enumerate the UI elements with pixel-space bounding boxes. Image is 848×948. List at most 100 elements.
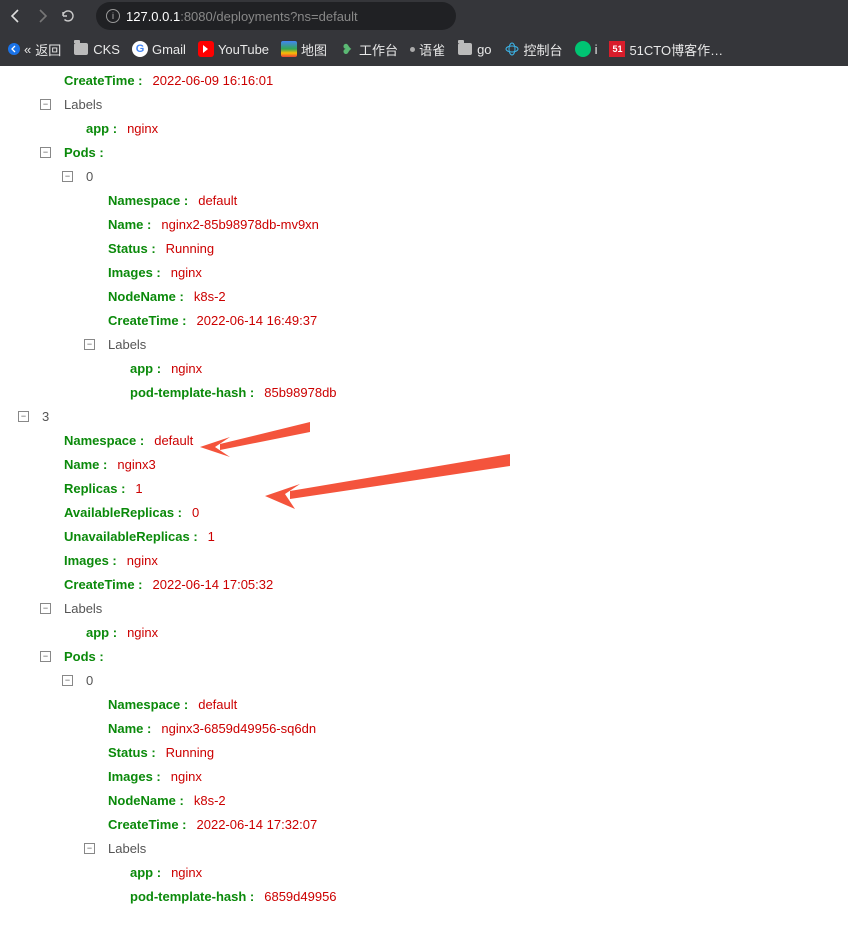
val-app: nginx [127, 121, 158, 136]
folder-icon [458, 43, 472, 55]
key-replicas: Replicas : [64, 481, 125, 496]
val-name: nginx3-6859d49956-sq6dn [161, 721, 316, 736]
browser-chrome: i 127.0.0.1:8080/deployments?ns=default … [0, 0, 848, 66]
val-app: nginx [127, 625, 158, 640]
key-nodename: NodeName : [108, 289, 184, 304]
url-bar[interactable]: i 127.0.0.1:8080/deployments?ns=default [96, 2, 456, 30]
val-images: nginx [171, 265, 202, 280]
toggle-pods[interactable] [40, 147, 51, 158]
toggle-pod-0[interactable] [62, 171, 73, 182]
toggle-dep3-pods[interactable] [40, 651, 51, 662]
toggle-labels[interactable] [40, 99, 51, 110]
bookmark-maps[interactable]: 地图 [281, 40, 327, 59]
url-text: 127.0.0.1:8080/deployments?ns=default [126, 9, 358, 24]
site-info-icon[interactable]: i [106, 9, 120, 23]
val-namespace: default [198, 697, 237, 712]
bookmark-go[interactable]: go [457, 41, 491, 57]
val-nodename: k8s-2 [194, 289, 226, 304]
key-status: Status : [108, 745, 156, 760]
val-unavailable-replicas: 1 [208, 529, 215, 544]
key-namespace: Namespace : [64, 433, 144, 448]
toggle-dep-3[interactable] [18, 411, 29, 422]
key-name: Name : [108, 721, 151, 736]
key-images: Images : [108, 769, 161, 784]
node-labels[interactable]: Labels [64, 97, 102, 112]
val-replicas: 1 [135, 481, 142, 496]
bookmark-youtube[interactable]: YouTube [198, 41, 269, 57]
val-namespace: default [198, 193, 237, 208]
youtube-icon [198, 41, 214, 57]
cto51-icon: 51 [609, 41, 625, 57]
toggle-dep3-pod-0[interactable] [62, 675, 73, 686]
nav-reload-icon[interactable] [60, 8, 76, 24]
val-status: Running [166, 745, 214, 760]
key-app: app : [86, 625, 117, 640]
bookmark-gmail[interactable]: GGmail [132, 41, 186, 57]
browser-nav-bar: i 127.0.0.1:8080/deployments?ns=default [0, 0, 848, 32]
folder-icon [74, 43, 88, 55]
key-pods: Pods : [64, 145, 104, 160]
val-pod-template-hash: 85b98978db [264, 385, 336, 400]
green-circle-icon [575, 41, 591, 57]
node-labels[interactable]: Labels [108, 841, 146, 856]
key-available-replicas: AvailableReplicas : [64, 505, 182, 520]
key-images: Images : [108, 265, 161, 280]
leaf-icon: ❥ [339, 41, 355, 57]
val-createtime: 2022-06-14 17:05:32 [153, 577, 274, 592]
val-nodename: k8s-2 [194, 793, 226, 808]
key-name: Name : [64, 457, 107, 472]
val-createtime: 2022-06-14 17:32:07 [197, 817, 318, 832]
key-createtime: CreateTime : [64, 577, 143, 592]
google-icon: G [132, 41, 148, 57]
annotation-arrow-avail [265, 454, 515, 517]
maps-icon [281, 41, 297, 57]
toggle-pod1-labels[interactable] [84, 339, 95, 350]
bookmark-i[interactable]: i [575, 41, 598, 57]
dot-icon [410, 47, 415, 52]
node-pod-index-0[interactable]: 0 [86, 673, 93, 688]
val-name: nginx2-85b98978db-mv9xn [161, 217, 319, 232]
key-status: Status : [108, 241, 156, 256]
key-createtime: CreateTime : [108, 817, 187, 832]
val-namespace: default [154, 433, 193, 448]
key-pod-template-hash: pod-template-hash : [130, 889, 254, 904]
bookmarks-bar: «返回 CKS GGmail YouTube 地图 ❥工作台 语雀 go 控制台… [0, 32, 848, 66]
key-createtime: CreateTime : [64, 73, 143, 88]
toggle-dep3-pod-labels[interactable] [84, 843, 95, 854]
key-app: app : [130, 361, 161, 376]
val-available-replicas: 0 [192, 505, 199, 520]
bookmark-back[interactable]: «返回 [8, 40, 61, 59]
val-createtime: 2022-06-14 16:49:37 [197, 313, 318, 328]
node-pod-index-0[interactable]: 0 [86, 169, 93, 184]
val-app: nginx [171, 865, 202, 880]
key-app: app : [86, 121, 117, 136]
val-images: nginx [127, 553, 158, 568]
val-pod-template-hash: 6859d49956 [264, 889, 336, 904]
bookmark-console[interactable]: 控制台 [504, 40, 563, 59]
key-pods: Pods : [64, 649, 104, 664]
key-name: Name : [108, 217, 151, 232]
bookmark-yuque[interactable]: 语雀 [410, 40, 445, 59]
key-createtime: CreateTime : [108, 313, 187, 328]
key-namespace: Namespace : [108, 697, 188, 712]
node-dep-index-3[interactable]: 3 [42, 409, 49, 424]
val-createtime: 2022-06-09 16:16:01 [153, 73, 274, 88]
key-nodename: NodeName : [108, 793, 184, 808]
node-labels[interactable]: Labels [64, 601, 102, 616]
bookmark-cks[interactable]: CKS [73, 41, 120, 57]
val-status: Running [166, 241, 214, 256]
console-icon [504, 41, 520, 57]
nav-back-icon[interactable] [8, 8, 24, 24]
key-images: Images : [64, 553, 117, 568]
nav-forward-icon[interactable] [34, 8, 50, 24]
key-app: app : [130, 865, 161, 880]
key-pod-template-hash: pod-template-hash : [130, 385, 254, 400]
toggle-dep3-labels[interactable] [40, 603, 51, 614]
bookmark-workbench[interactable]: ❥工作台 [339, 40, 398, 59]
content-area: CreateTime : 2022-06-09 16:16:01 Labels a… [0, 66, 848, 948]
back-circle-icon [8, 43, 20, 55]
node-labels[interactable]: Labels [108, 337, 146, 352]
bookmark-51cto[interactable]: 5151CTO博客作… [609, 40, 723, 59]
key-namespace: Namespace : [108, 193, 188, 208]
key-unavailable-replicas: UnavailableReplicas : [64, 529, 198, 544]
